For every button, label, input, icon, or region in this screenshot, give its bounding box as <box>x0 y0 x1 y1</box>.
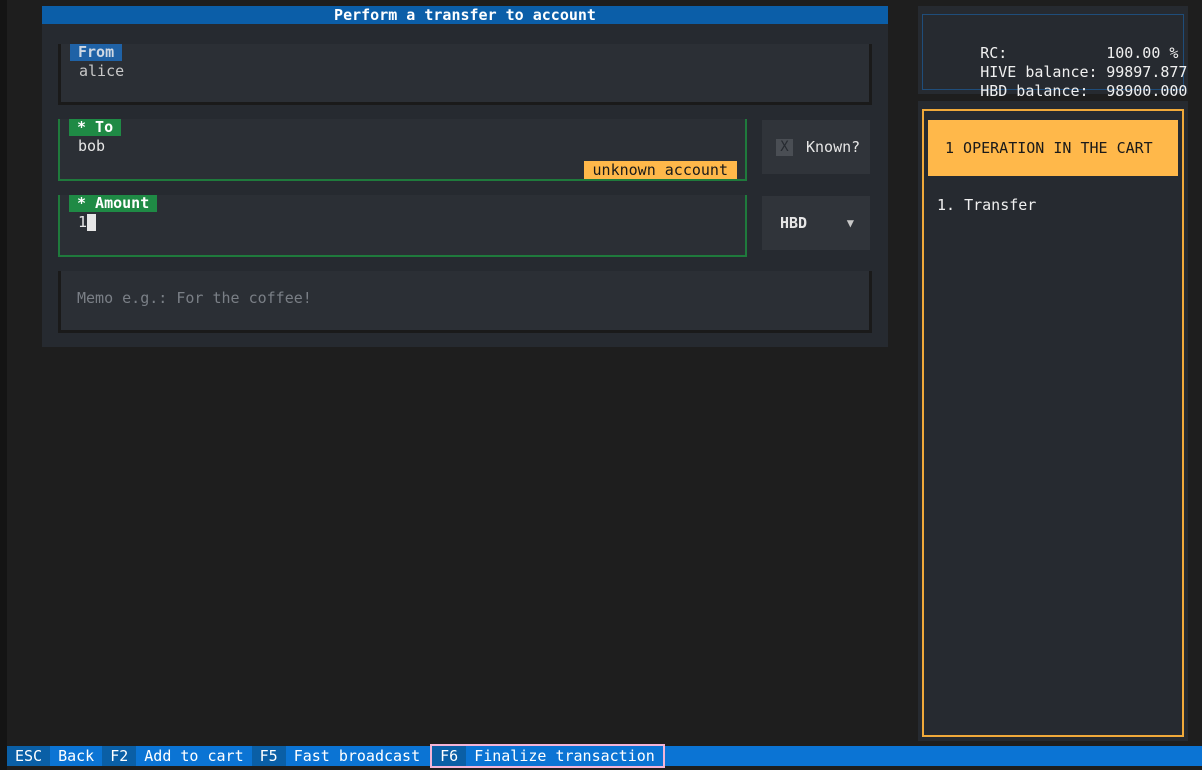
unknown-account-badge: unknown account <box>583 161 737 179</box>
cart-box: 1 OPERATION IN THE CART 1. Transfer <box>922 109 1184 737</box>
text-cursor <box>87 214 97 231</box>
known-label: Known? <box>806 138 861 156</box>
footer-key: F2 <box>102 746 137 766</box>
balance-key: HIVE balance: <box>980 63 1098 81</box>
balance-key: HBD balance: <box>980 82 1089 100</box>
footer-binding-finalize[interactable]: F6 Finalize transaction <box>430 744 665 768</box>
balance-row-rc: RC: 100.00 % <box>926 25 1183 62</box>
amount-value-wrap: 1 <box>78 213 97 231</box>
transfer-panel: Perform a transfer to account From alice… <box>42 6 888 347</box>
from-value: alice <box>79 62 125 80</box>
to-value: bob <box>78 137 106 155</box>
amount-label: * Amount <box>69 195 158 212</box>
footer-key: F6 <box>432 746 467 766</box>
footer-binding-fast-broadcast[interactable]: F5 Fast broadcast <box>251 746 429 766</box>
known-toggle[interactable]: X Known? <box>762 120 870 174</box>
balance-box: RC: 100.00 % HIVE balance: 99897.877 HBD b… <box>922 14 1188 100</box>
chevron-down-icon: ▼ <box>846 216 854 230</box>
balance-value: 99897.877 <box>1106 63 1188 81</box>
memo-placeholder: Memo e.g.: For the coffee! <box>77 289 312 307</box>
memo-field[interactable]: Memo e.g.: For the coffee! <box>58 271 872 333</box>
panel-title: Perform a transfer to account <box>42 6 888 24</box>
cart-panel: 1 OPERATION IN THE CART 1. Transfer <box>918 101 1188 741</box>
keybinding-footer: ESC Back F2 Add to cart F5 Fast broadcas… <box>7 744 1202 768</box>
footer-action: Back <box>58 747 95 765</box>
footer-binding-add-to-cart[interactable]: F2 Add to cart <box>102 746 251 766</box>
footer-action: Finalize transaction <box>474 747 655 765</box>
footer-action: Fast broadcast <box>293 747 421 765</box>
to-field[interactable]: * To bob unknown account <box>58 119 747 181</box>
known-checkbox[interactable]: X <box>776 139 793 156</box>
amount-value: 1 <box>78 213 88 231</box>
currency-select[interactable]: HBD ▼ <box>762 196 870 250</box>
currency-selected: HBD <box>780 214 808 232</box>
cart-header: 1 OPERATION IN THE CART <box>928 120 1178 176</box>
balance-key: RC: <box>980 44 1008 62</box>
footer-key: F5 <box>251 746 286 766</box>
to-label: * To <box>69 119 122 136</box>
from-field[interactable]: From alice <box>58 44 872 105</box>
footer-key: ESC <box>7 746 51 766</box>
from-label: From <box>70 44 123 61</box>
cart-item[interactable]: 1. Transfer <box>937 196 1036 215</box>
balance-value: 100.00 % <box>1106 44 1179 62</box>
amount-field[interactable]: * Amount 1 <box>58 195 747 257</box>
balance-value: 98900.000 <box>1106 82 1188 100</box>
balance-panel: RC: 100.00 % HIVE balance: 99897.877 HBD b… <box>918 6 1188 100</box>
window-edge <box>0 0 7 770</box>
footer-binding-back[interactable]: ESC Back <box>7 746 102 766</box>
footer-action: Add to cart <box>144 747 244 765</box>
